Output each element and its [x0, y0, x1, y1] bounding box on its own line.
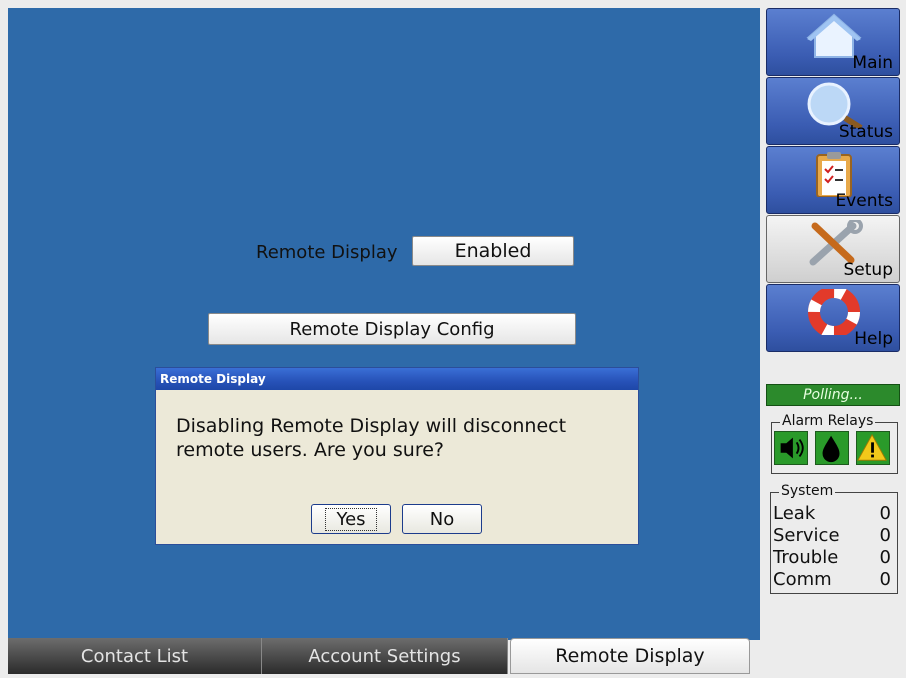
- system-label: Trouble: [773, 547, 839, 568]
- system-row-trouble: Trouble 0: [773, 547, 891, 568]
- main-panel: Remote Display Enabled Remote Display Co…: [8, 8, 760, 640]
- remote-display-toggle-button[interactable]: Enabled: [412, 236, 574, 266]
- system-row-comm: Comm 0: [773, 569, 891, 590]
- yes-label: Yes: [325, 507, 377, 531]
- system-value: 0: [879, 569, 891, 590]
- warning-icon[interactable]: [856, 431, 890, 465]
- system-row-leak: Leak 0: [773, 503, 891, 524]
- remote-display-config-button[interactable]: Remote Display Config: [208, 313, 576, 345]
- nav-status-button[interactable]: Status: [766, 77, 900, 145]
- system-label: Comm: [773, 569, 832, 590]
- system-label: Leak: [773, 503, 816, 524]
- system-label: Service: [773, 525, 840, 546]
- yes-button[interactable]: Yes: [311, 504, 391, 534]
- nav-main-button[interactable]: Main: [766, 8, 900, 76]
- tab-remote-display[interactable]: Remote Display: [510, 638, 750, 674]
- nav-main-label: Main: [852, 53, 893, 73]
- system-value: 0: [879, 547, 891, 568]
- confirm-dialog: Remote Display Disabling Remote Display …: [155, 367, 639, 545]
- dialog-message-line1: Disabling Remote Display will disconnect: [176, 415, 567, 437]
- tab-account-settings[interactable]: Account Settings: [262, 638, 508, 674]
- nav-status-label: Status: [838, 122, 893, 142]
- tab-contact-list[interactable]: Contact List: [8, 638, 262, 674]
- no-button[interactable]: No: [402, 504, 482, 534]
- system-value: 0: [879, 503, 891, 524]
- remote-display-label: Remote Display: [256, 242, 398, 263]
- system-title: System: [779, 483, 836, 499]
- nav-events-label: Events: [835, 191, 893, 211]
- dialog-message-line2: remote users. Are you sure?: [176, 439, 444, 461]
- speaker-icon[interactable]: [774, 431, 808, 465]
- nav-help-label: Help: [854, 329, 893, 349]
- nav-help-button[interactable]: Help: [766, 284, 900, 352]
- system-group: System Leak 0 Service 0 Trouble 0 Comm 0: [770, 483, 898, 594]
- system-row-service: Service 0: [773, 525, 891, 546]
- polling-status: Polling...: [766, 384, 900, 406]
- bottom-tabs: Contact List Account Settings Remote Dis…: [8, 638, 760, 674]
- alarm-relays-title: Alarm Relays: [780, 413, 876, 429]
- nav-setup-button[interactable]: Setup: [766, 215, 900, 283]
- system-value: 0: [879, 525, 891, 546]
- alarm-relays-group: Alarm Relays: [771, 413, 898, 474]
- drop-icon[interactable]: [815, 431, 849, 465]
- dialog-title: Remote Display: [156, 368, 638, 390]
- side-nav: Main Status Events Setup Help: [766, 8, 900, 353]
- dialog-message: Disabling Remote Display will disconnect…: [176, 414, 616, 462]
- nav-setup-label: Setup: [843, 260, 893, 280]
- nav-events-button[interactable]: Events: [766, 146, 900, 214]
